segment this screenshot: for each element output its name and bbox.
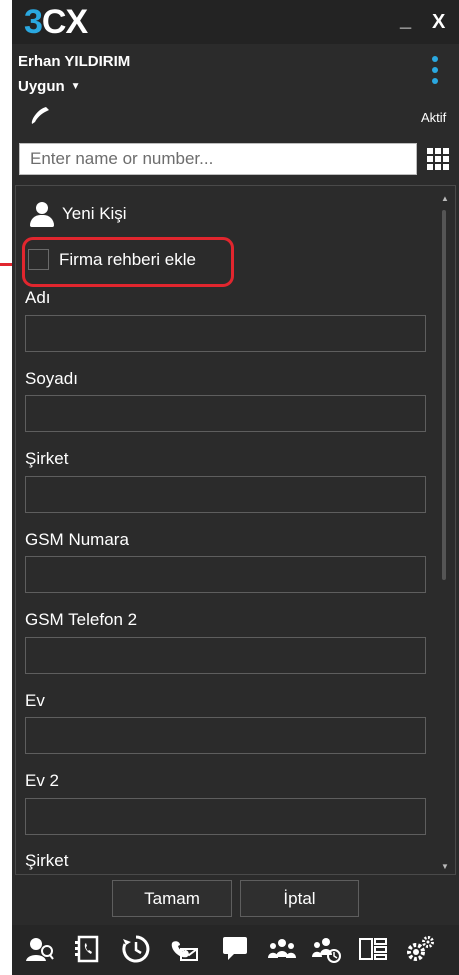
status-label: Uygun	[18, 78, 65, 95]
minimize-button[interactable]: _	[400, 8, 411, 32]
layout-icon[interactable]	[357, 933, 389, 965]
phonebook-icon[interactable]	[71, 933, 103, 965]
company-phonebook-checkbox[interactable]	[28, 249, 49, 270]
home-label: Ev	[25, 691, 45, 710]
voicemail-icon[interactable]	[168, 933, 200, 965]
caret-down-icon: ▼	[70, 81, 81, 92]
scroll-thumb[interactable]	[442, 210, 446, 580]
mobile2-field[interactable]	[25, 637, 426, 674]
company2-label: Şirket	[25, 851, 69, 870]
dialpad-icon[interactable]	[425, 146, 449, 170]
user-name: Erhan YILDIRIM	[18, 53, 131, 70]
close-button[interactable]: X	[432, 10, 445, 34]
company-field[interactable]	[25, 476, 426, 513]
last-name-field[interactable]	[25, 395, 426, 432]
more-options-icon[interactable]	[430, 56, 440, 89]
company-label: Şirket	[25, 449, 69, 468]
home-field[interactable]	[25, 717, 426, 754]
status-dropdown[interactable]: Uygun ▼	[18, 78, 81, 95]
history-icon[interactable]	[120, 933, 152, 965]
mobile-label: GSM Numara	[25, 530, 129, 549]
last-name-label: Soyadı	[25, 369, 78, 388]
ok-button[interactable]: Tamam	[112, 880, 232, 917]
form-title: Yeni Kişi	[62, 204, 127, 223]
scroll-up-icon[interactable]: ▲	[441, 194, 449, 203]
form-scrollbar[interactable]: ▲ ▼	[441, 194, 449, 871]
home2-field[interactable]	[25, 798, 426, 835]
scroll-down-icon[interactable]: ▼	[441, 862, 449, 871]
phone-icon[interactable]	[28, 103, 52, 127]
first-name-field[interactable]	[25, 315, 426, 352]
contacts-icon[interactable]	[24, 933, 56, 965]
conference-icon[interactable]	[310, 933, 342, 965]
presence-icon[interactable]	[266, 933, 298, 965]
bottom-toolbar	[12, 925, 459, 975]
mobile-field[interactable]	[25, 556, 426, 593]
title-bar: 3CX _ X	[12, 0, 459, 44]
mobile2-label: GSM Telefon 2	[25, 610, 138, 629]
softphone-window: 3CX _ X Erhan YILDIRIM Uygun ▼ Aktif Yeni…	[12, 0, 459, 975]
company-phonebook-option[interactable]: Firma rehberi ekle	[28, 249, 196, 270]
company-phonebook-label: Firma rehberi ekle	[59, 249, 196, 269]
cancel-button[interactable]: İptal	[240, 880, 359, 917]
app-logo: 3CX	[24, 3, 88, 41]
search-input[interactable]	[19, 143, 417, 175]
form-header: Yeni Kişi	[28, 199, 127, 229]
presence-label: Aktif	[421, 110, 447, 125]
home2-label: Ev 2	[25, 771, 60, 790]
settings-icon[interactable]	[404, 933, 436, 965]
first-name-label: Adı	[25, 288, 51, 307]
person-icon	[28, 200, 56, 228]
chat-icon[interactable]	[219, 933, 251, 965]
new-contact-form: Yeni Kişi Firma rehberi ekle Adı Soyadı …	[15, 185, 456, 875]
